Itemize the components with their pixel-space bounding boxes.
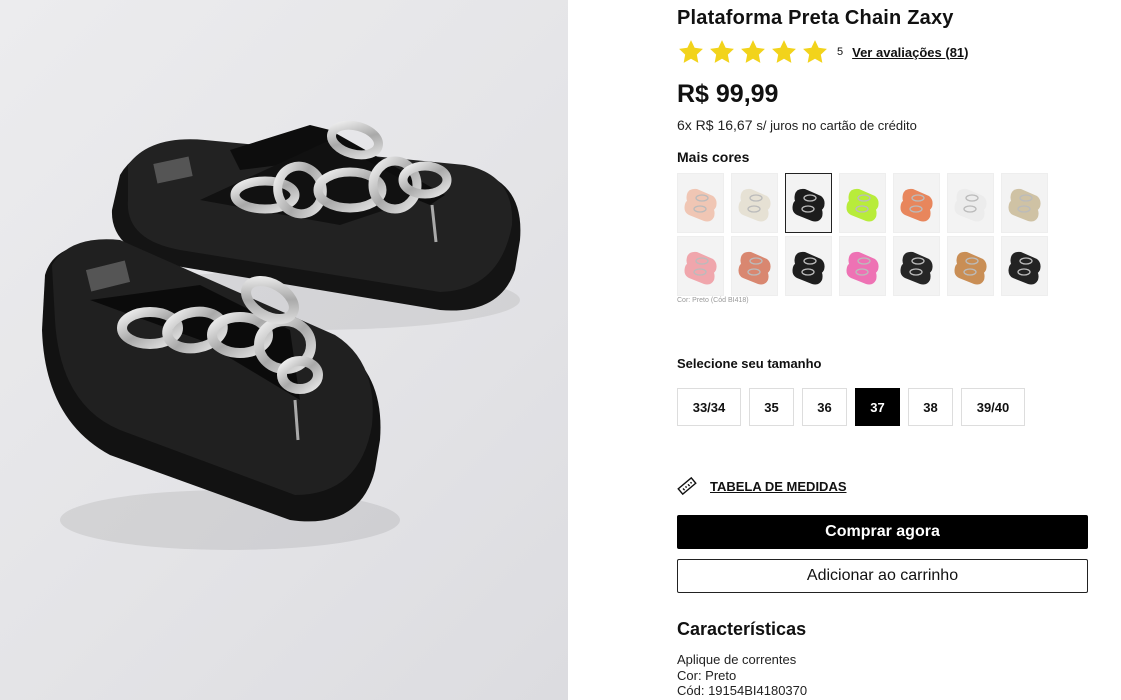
size-option-39-40[interactable]: 39/40 [961,388,1025,426]
size-chart-label: TABELA DE MEDIDAS [710,478,847,494]
feature-item: Aplique de correntes [677,652,797,667]
star-icon [679,40,703,63]
color-swatch-preto-dourado[interactable] [893,236,940,296]
installments-terms: s/ juros no cartão de crédito [756,118,917,133]
size-option-35[interactable]: 35 [749,388,794,426]
product-photo-sandals [42,120,521,550]
size-option-33-34[interactable]: 33/34 [677,388,741,426]
swatch-thumbnail [900,188,933,222]
color-swatch-bege[interactable] [1001,173,1048,233]
color-swatch-preto[interactable] [785,173,832,233]
color-swatch-terracota[interactable] [731,236,778,296]
color-swatch-nude[interactable] [677,173,724,233]
feature-item: Cor: Preto [677,667,737,683]
features-list: Aplique de correntes Cor: Preto Cód: 191… [677,652,807,699]
color-swatch-preto-prata[interactable] [785,236,832,296]
size-option-37[interactable]: 37 [855,388,900,426]
size-chart-link[interactable]: TABELA DE MEDIDAS [677,476,847,496]
size-options: 33/34 35 36 37 38 39/40 [677,388,1025,426]
color-swatch-branco[interactable] [947,173,994,233]
feature-item: Cód: 19154BI4180370 [677,683,808,698]
swatch-thumbnail [1008,188,1041,222]
swatch-thumbnail [684,251,717,285]
swatch-thumbnail [738,251,771,285]
size-option-36[interactable]: 36 [802,388,847,426]
swatch-thumbnail [900,251,933,285]
product-rating: 5 Ver avaliações (81) [677,38,968,66]
product-title: Plataforma Preta Chain Zaxy [677,7,954,29]
star-icon [772,40,796,63]
size-select-label: Selecione seu tamanho [677,356,822,371]
installments-amount: 6x R$ 16,67 [677,117,753,133]
star-icon [741,40,765,63]
star-icon [710,40,734,63]
color-swatch-grid [677,173,1057,296]
selected-color-code: Cor: Preto (Cód BI418) [677,297,749,304]
swatch-thumbnail [792,251,825,285]
swatch-thumbnail [954,188,987,222]
swatch-thumbnail [792,188,825,222]
color-swatch-rosa-claro[interactable] [677,236,724,296]
ruler-icon [677,476,697,496]
product-price: R$ 99,99 [677,80,779,108]
swatch-thumbnail [738,188,771,222]
installments-info: 6x R$ 16,67 s/ juros no cartão de crédit… [677,117,917,133]
color-swatch-verde-limao[interactable] [839,173,886,233]
color-swatch-caramelo[interactable] [947,236,994,296]
product-image[interactable] [0,0,568,700]
swatch-thumbnail [684,188,717,222]
more-colors-label: Mais cores [677,149,750,165]
color-swatch-preto-2[interactable] [1001,236,1048,296]
rating-stars[interactable] [677,38,829,66]
features-title: Características [677,619,807,639]
swatch-thumbnail [846,188,879,222]
swatch-thumbnail [1008,251,1041,285]
color-swatch-rosa-pink[interactable] [839,236,886,296]
rating-value: 5 [837,46,844,58]
star-icon [803,40,827,63]
reviews-link[interactable]: Ver avaliações (81) [852,45,968,60]
swatch-thumbnail [954,251,987,285]
color-swatch-laranja[interactable] [893,173,940,233]
size-option-38[interactable]: 38 [908,388,953,426]
buy-now-button[interactable]: Comprar agora [677,515,1088,549]
swatch-thumbnail [846,251,879,285]
color-swatch-off-white[interactable] [731,173,778,233]
add-to-cart-button[interactable]: Adicionar ao carrinho [677,559,1088,593]
